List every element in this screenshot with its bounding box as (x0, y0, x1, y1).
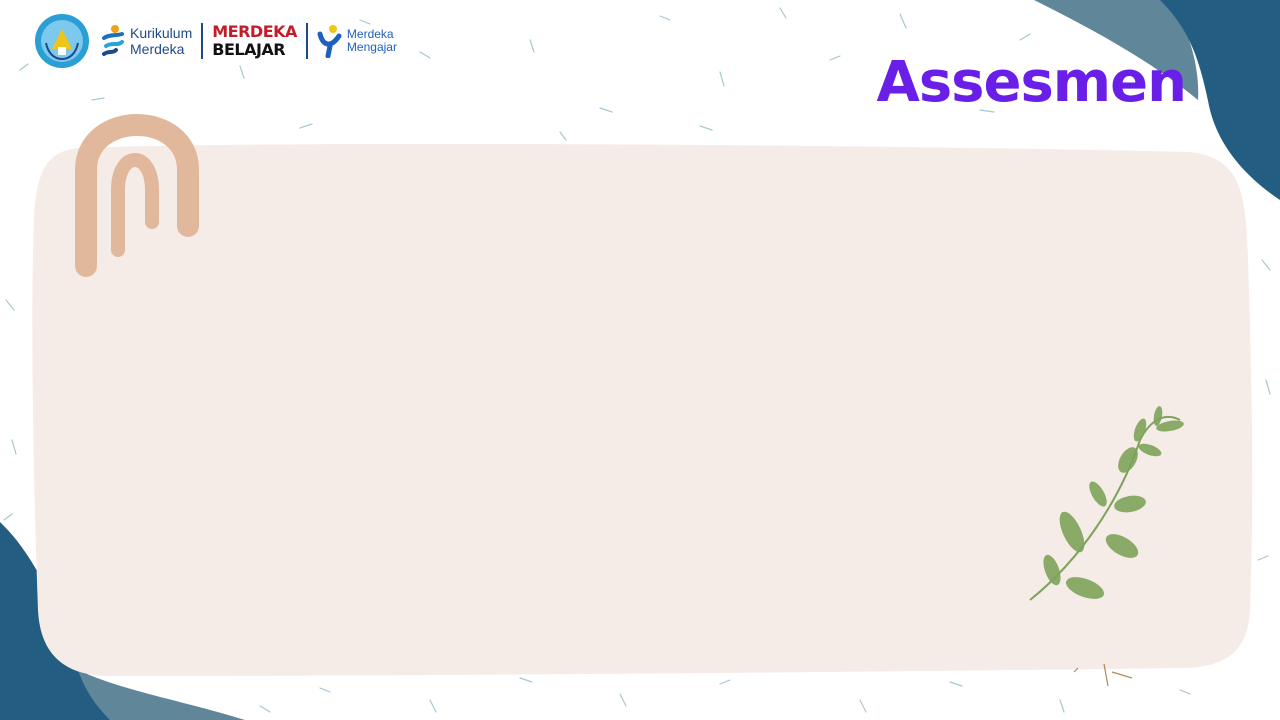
merdeka-mengajar-logo: Merdeka Mengajar (317, 24, 397, 58)
logo-divider-2 (305, 23, 308, 59)
kurikulum-merdeka-logo: Kurikulum Merdeka (100, 24, 192, 58)
kurikulum-merdeka-icon (102, 25, 124, 56)
tut-wuri-logo-icon (35, 14, 89, 68)
merdeka-mengajar-icon (317, 25, 342, 58)
kurikulum-line1: Kurikulum (130, 25, 193, 41)
merdeka-belajar-line2: BELAJAR (212, 40, 286, 59)
merdeka-mengajar-line2: Mengajar (346, 40, 397, 54)
merdeka-belajar-logo: MERDEKA BELAJAR (212, 23, 297, 59)
logo-divider (201, 23, 204, 59)
merdeka-belajar-line1: MERDEKA (212, 22, 297, 41)
header-logos: Kurikulum Merdeka MERDEKA BELAJAR Merdek… (34, 12, 397, 70)
page-title: Assesmen (876, 50, 1187, 115)
kurikulum-line2: Merdeka (130, 41, 185, 57)
